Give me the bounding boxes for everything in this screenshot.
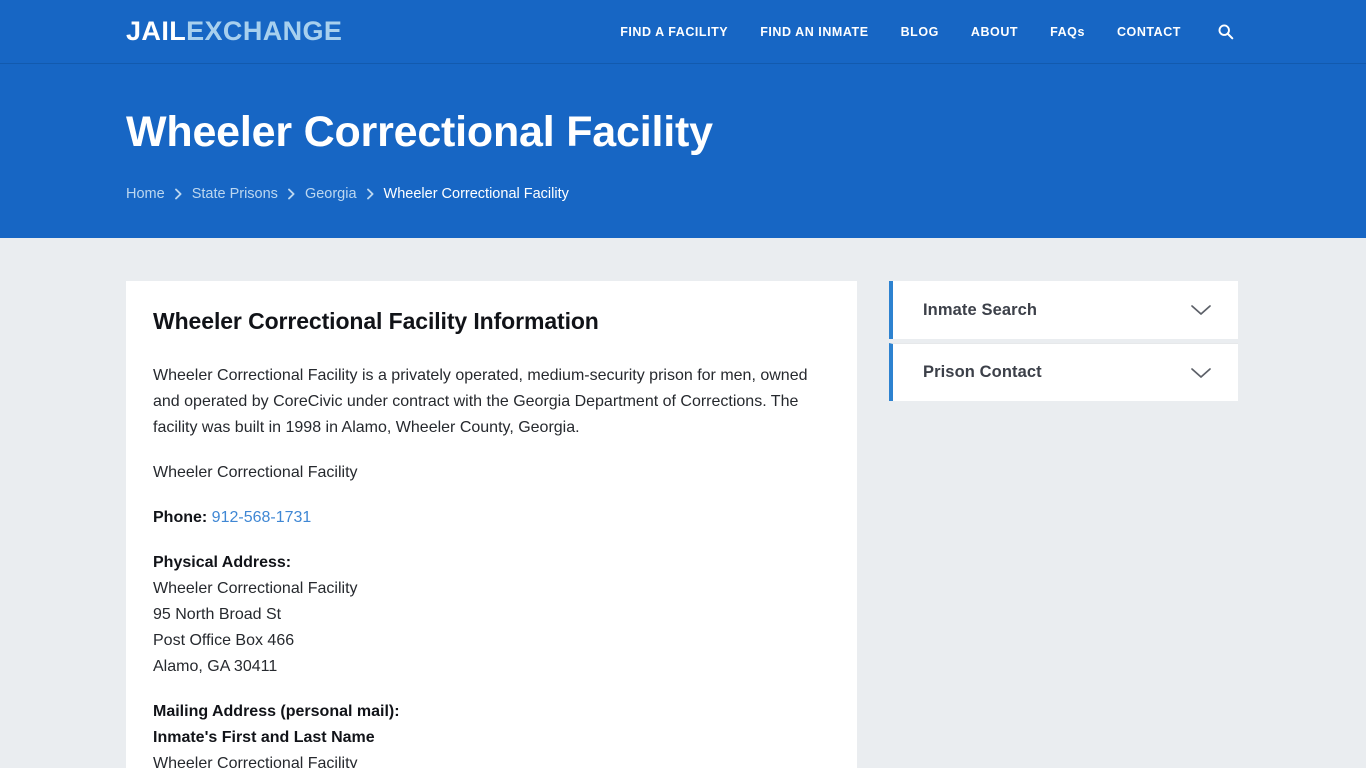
physical-address-block: Physical Address: Wheeler Correctional F… bbox=[153, 550, 830, 680]
page-body: Wheeler Correctional Facility Informatio… bbox=[0, 238, 1366, 768]
accordion-prison-contact[interactable]: Prison Contact bbox=[889, 343, 1238, 401]
mailing-address-line-2: Wheeler Correctional Facility bbox=[153, 755, 358, 768]
logo-text-exchange: EXCHANGE bbox=[186, 16, 343, 46]
mailing-address-label: Mailing Address (personal mail): bbox=[153, 703, 400, 720]
phone-link[interactable]: 912-568-1731 bbox=[212, 509, 312, 526]
search-button[interactable] bbox=[1197, 23, 1240, 40]
facility-information-card: Wheeler Correctional Facility Informatio… bbox=[126, 281, 857, 768]
main-navigation: FIND A FACILITY FIND AN INMATE BLOG ABOU… bbox=[604, 0, 1240, 64]
hero-banner: Wheeler Correctional Facility Home State… bbox=[0, 64, 1366, 238]
physical-address-line-4: Alamo, GA 30411 bbox=[153, 658, 278, 675]
breadcrumb-item-current: Wheeler Correctional Facility bbox=[383, 186, 569, 203]
nav-blog[interactable]: BLOG bbox=[885, 0, 955, 64]
physical-address-line-2: 95 North Broad St bbox=[153, 606, 282, 623]
physical-address-label: Physical Address: bbox=[153, 554, 292, 571]
nav-find-an-inmate[interactable]: FIND AN INMATE bbox=[744, 0, 884, 64]
mailing-address-block: Mailing Address (personal mail): Inmate'… bbox=[153, 699, 830, 768]
accordion-inmate-search-label: Inmate Search bbox=[923, 300, 1038, 319]
mailing-address-line-1: Inmate's First and Last Name bbox=[153, 729, 375, 746]
chevron-down-icon[interactable] bbox=[1190, 303, 1212, 317]
breadcrumb: Home State Prisons Georgia Wheeler Corre… bbox=[126, 186, 1240, 202]
facility-intro-paragraph: Wheeler Correctional Facility is a priva… bbox=[153, 367, 808, 436]
site-logo[interactable]: JAILEXCHANGE bbox=[126, 18, 342, 45]
nav-faqs[interactable]: FAQs bbox=[1034, 0, 1101, 64]
sidebar: Inmate Search Prison Contact bbox=[889, 281, 1238, 401]
nav-contact[interactable]: CONTACT bbox=[1101, 0, 1197, 64]
page-title: Wheeler Correctional Facility bbox=[126, 108, 713, 156]
phone-label: Phone: bbox=[153, 509, 208, 526]
breadcrumb-item-georgia[interactable]: Georgia bbox=[305, 186, 357, 202]
breadcrumb-item-home[interactable]: Home bbox=[126, 186, 165, 202]
chevron-right-icon bbox=[278, 188, 305, 200]
physical-address-line-1: Wheeler Correctional Facility bbox=[153, 580, 358, 597]
physical-address-line-3: Post Office Box 466 bbox=[153, 632, 295, 649]
nav-about[interactable]: ABOUT bbox=[955, 0, 1034, 64]
chevron-down-icon[interactable] bbox=[1190, 366, 1212, 380]
card-title: Wheeler Correctional Facility Informatio… bbox=[153, 308, 599, 334]
facility-name-line: Wheeler Correctional Facility bbox=[153, 464, 358, 481]
chevron-right-icon bbox=[165, 188, 192, 200]
site-header: JAILEXCHANGE FIND A FACILITY FIND AN INM… bbox=[0, 0, 1366, 64]
logo-text-jail: JAIL bbox=[126, 16, 187, 46]
search-icon bbox=[1217, 23, 1234, 40]
breadcrumb-item-state-prisons[interactable]: State Prisons bbox=[192, 186, 278, 202]
chevron-right-icon bbox=[357, 188, 384, 200]
nav-find-a-facility[interactable]: FIND A FACILITY bbox=[604, 0, 744, 64]
accordion-inmate-search[interactable]: Inmate Search bbox=[889, 281, 1238, 339]
accordion-prison-contact-label: Prison Contact bbox=[923, 363, 1042, 381]
phone-line: Phone: 912-568-1731 bbox=[153, 505, 830, 531]
